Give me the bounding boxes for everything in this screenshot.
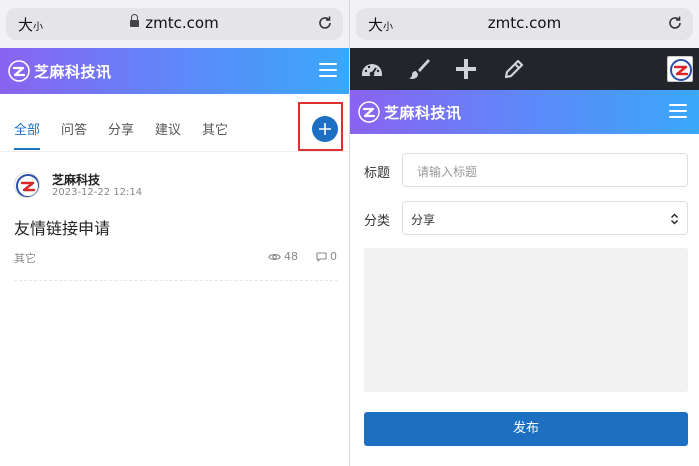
admin-toolbar bbox=[350, 48, 699, 90]
hamburger-menu-icon[interactable] bbox=[669, 104, 687, 118]
site-header: 芝麻科技讯 bbox=[0, 48, 349, 94]
title-input[interactable]: 请输入标题 bbox=[402, 153, 688, 187]
title-label: 标题 bbox=[364, 166, 391, 181]
lock-icon bbox=[130, 14, 140, 27]
browser-address-bar: 大小 zmtc.com bbox=[350, 0, 699, 48]
active-tab-indicator bbox=[14, 148, 40, 150]
address-field[interactable]: 大小 zmtc.com bbox=[6, 8, 343, 40]
content-editor[interactable] bbox=[364, 248, 688, 392]
browser-address-bar: 大小 zmtc.com bbox=[0, 0, 349, 48]
tab-all[interactable]: 全部 bbox=[14, 119, 40, 138]
post-title[interactable]: 友情链接申请 bbox=[14, 215, 110, 239]
reload-icon[interactable] bbox=[667, 15, 683, 31]
tab-share[interactable]: 分享 bbox=[108, 119, 134, 138]
author-avatar[interactable] bbox=[14, 172, 40, 198]
category-row: 分类 分享 bbox=[350, 201, 699, 235]
post-comments: 0 bbox=[316, 250, 337, 263]
category-tabs: 全部 问答 分享 建议 其它 bbox=[0, 96, 349, 152]
post-divider bbox=[14, 280, 338, 281]
pencil-icon[interactable] bbox=[502, 57, 526, 81]
select-arrows-icon bbox=[671, 213, 678, 225]
hamburger-menu-icon[interactable] bbox=[319, 63, 337, 77]
post-time: 2023-12-22 12:14 bbox=[52, 187, 143, 198]
post-views: 48 bbox=[268, 250, 298, 263]
left-screen: 大小 zmtc.com 芝麻科技讯 全部 问答 分享 建议 其它 芝麻科技 20… bbox=[0, 0, 349, 466]
dashboard-icon[interactable] bbox=[360, 57, 384, 81]
site-header: 芝麻科技讯 bbox=[350, 90, 699, 134]
title-placeholder: 请输入标题 bbox=[417, 165, 478, 179]
brush-icon[interactable] bbox=[407, 57, 431, 81]
reload-icon[interactable] bbox=[317, 15, 333, 31]
url-text: zmtc.com bbox=[487, 14, 562, 32]
site-name[interactable]: 芝麻科技讯 bbox=[34, 61, 112, 82]
site-name[interactable]: 芝麻科技讯 bbox=[384, 102, 462, 123]
category-select[interactable]: 分享 bbox=[402, 201, 688, 235]
category-value: 分享 bbox=[411, 213, 436, 227]
plus-icon[interactable] bbox=[454, 57, 478, 81]
post-author[interactable]: 芝麻科技 bbox=[52, 171, 100, 188]
address-field[interactable]: 大小 zmtc.com bbox=[356, 8, 693, 40]
site-logo-icon[interactable] bbox=[358, 101, 380, 123]
category-label: 分类 bbox=[364, 214, 391, 229]
highlight-box bbox=[298, 102, 343, 151]
eye-icon bbox=[268, 254, 281, 260]
post-category[interactable]: 其它 bbox=[14, 250, 36, 266]
user-avatar[interactable] bbox=[667, 56, 693, 82]
url-text: zmtc.com bbox=[145, 14, 219, 32]
tab-qa[interactable]: 问答 bbox=[61, 119, 87, 138]
right-screen: 大小 zmtc.com 芝麻科技讯 标题 请输入标题 分类 分享 发布 bbox=[350, 0, 699, 466]
tab-other[interactable]: 其它 bbox=[202, 119, 228, 138]
site-logo-icon[interactable] bbox=[8, 60, 30, 82]
tab-suggestion[interactable]: 建议 bbox=[155, 119, 181, 138]
publish-button[interactable]: 发布 bbox=[364, 412, 688, 446]
comment-icon bbox=[316, 252, 327, 262]
title-row: 标题 请输入标题 bbox=[350, 153, 699, 187]
